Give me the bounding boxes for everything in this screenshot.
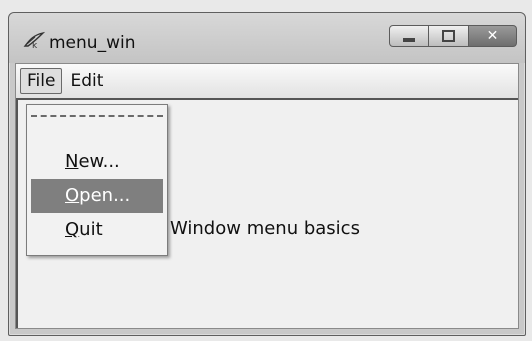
tk-feather-icon: k: [23, 31, 45, 49]
title-bar[interactable]: k menu_win ✕: [9, 13, 525, 63]
client-area: File Edit Window menu basics New... Open…: [15, 63, 519, 329]
mnemonic-char: O: [65, 185, 80, 206]
app-window: k menu_win ✕ File Edit Window menu basic…: [8, 12, 526, 336]
menu-edit[interactable]: Edit: [64, 69, 109, 93]
svg-text:k: k: [32, 41, 38, 49]
close-icon: ✕: [486, 28, 499, 44]
window-controls: ✕: [389, 25, 517, 49]
menu-file[interactable]: File: [20, 68, 63, 94]
file-menu-dropdown: New... Open... Quit: [26, 104, 168, 256]
minimize-icon: [403, 38, 415, 42]
menu-item-label: pen...: [79, 185, 131, 206]
menu-bar: File Edit: [16, 64, 518, 100]
maximize-button[interactable]: [429, 25, 469, 47]
minimize-button[interactable]: [389, 25, 429, 47]
menu-item-label: uit: [79, 219, 103, 240]
close-button[interactable]: ✕: [469, 25, 517, 47]
mnemonic-char: N: [65, 151, 79, 172]
menu-item-new[interactable]: New...: [31, 145, 163, 179]
menu-item-open[interactable]: Open...: [31, 179, 163, 213]
menu-item-quit[interactable]: Quit: [31, 213, 163, 247]
mnemonic-char: Q: [65, 219, 80, 240]
menu-item-label: ew...: [78, 151, 120, 172]
maximize-icon: [442, 30, 455, 42]
main-label: Window menu basics: [170, 218, 360, 239]
tearoff-line[interactable]: [31, 115, 163, 117]
window-title: menu_win: [49, 33, 136, 53]
